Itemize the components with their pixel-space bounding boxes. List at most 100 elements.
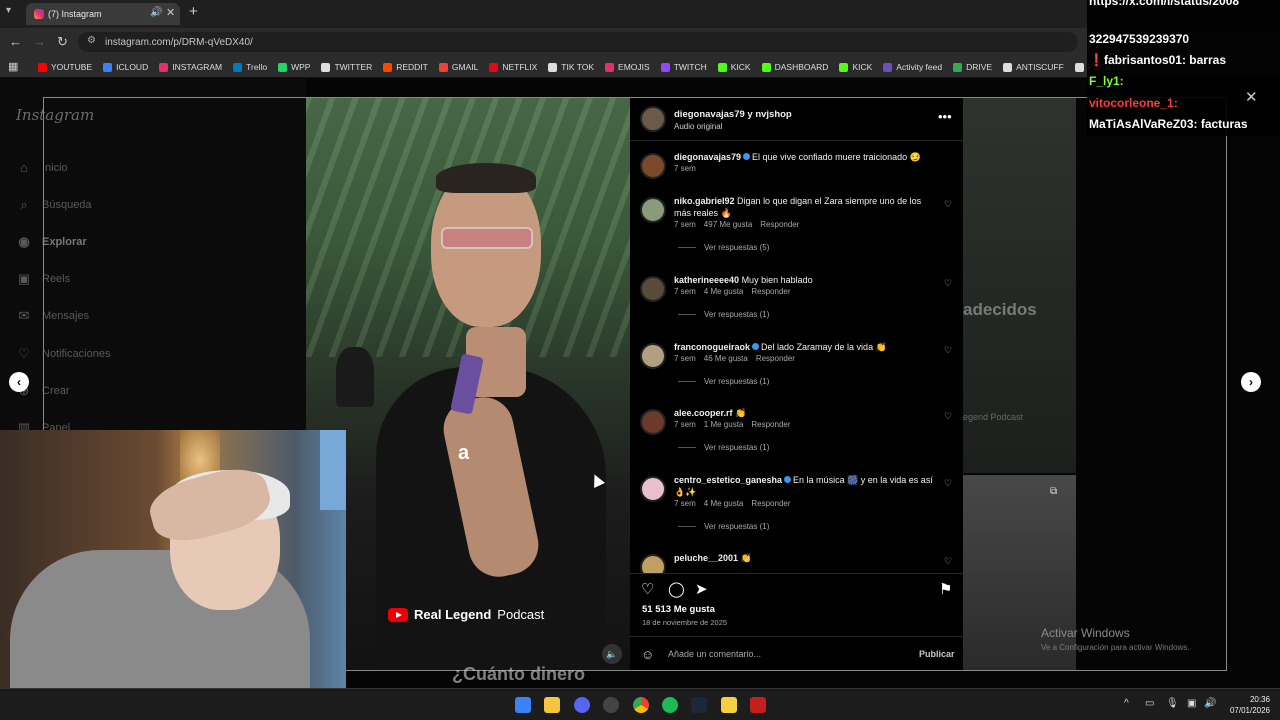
audio-link[interactable]: Audio original — [674, 122, 722, 131]
comment-like-icon[interactable]: ♡ — [944, 345, 952, 356]
comment-likes[interactable]: 4 Me gusta — [704, 287, 744, 296]
app-icon[interactable] — [750, 697, 766, 713]
bookmark-item[interactable]: KICK — [717, 62, 751, 72]
comment-username[interactable]: alee.cooper.rf — [674, 408, 733, 418]
bookmark-item[interactable]: REDDIT — [383, 62, 428, 72]
microphone-icon[interactable]: 🎙 — [1166, 698, 1179, 709]
close-tab-icon[interactable]: ✕ — [166, 6, 175, 19]
spotify-icon[interactable] — [662, 697, 678, 713]
comment-likes[interactable]: 46 Me gusta — [704, 354, 748, 363]
chrome-icon[interactable] — [633, 697, 649, 713]
sidebar-item-reels[interactable]: ▣ Reels — [16, 271, 70, 287]
bookmark-item[interactable]: Trello — [233, 62, 267, 72]
reply-button[interactable]: Responder — [760, 220, 799, 229]
volume-icon[interactable]: 🔊 — [1204, 698, 1216, 709]
bookmark-item[interactable]: TWITTER — [321, 62, 372, 72]
comment-like-icon[interactable]: ♡ — [944, 199, 952, 210]
obs-icon[interactable] — [603, 697, 619, 713]
speaker-icon[interactable]: 🔊 — [150, 7, 162, 18]
bookmark-item[interactable]: INSTAGRAM — [159, 62, 222, 72]
view-replies-button[interactable]: Ver respuestas (1) — [678, 377, 769, 386]
avatar[interactable] — [640, 343, 666, 369]
bookmark-item[interactable]: TIK TOK — [548, 62, 594, 72]
bookmark-item[interactable]: TWITCH — [660, 62, 707, 72]
sidebar-item-explorar[interactable]: ◉ Explorar — [16, 234, 86, 250]
comment-bubble-icon[interactable]: ◯ — [668, 580, 685, 598]
avatar[interactable] — [640, 476, 666, 502]
emoji-icon[interactable]: ☺ — [641, 647, 654, 662]
like-heart-icon[interactable]: ♡ — [641, 580, 654, 598]
comment-username[interactable]: peluche__2001 — [674, 553, 738, 563]
reply-button[interactable]: Responder — [751, 499, 790, 508]
bookmark-item[interactable]: YOUTUBE — [38, 62, 92, 72]
file-explorer-icon[interactable] — [544, 697, 560, 713]
forward-icon[interactable]: → — [33, 34, 46, 49]
sidebar-item-notificaciones[interactable]: ♡ Notificaciones — [16, 346, 110, 362]
apps-grid-icon[interactable]: ▦ — [8, 60, 18, 73]
new-tab-icon[interactable]: + — [189, 3, 198, 20]
avatar[interactable] — [640, 153, 666, 179]
bookmark-item[interactable]: WPP — [278, 62, 310, 72]
avatar[interactable] — [640, 106, 666, 132]
tab-instagram[interactable]: (7) Instagram 🔊 ✕ — [26, 3, 180, 25]
view-replies-button[interactable]: Ver respuestas (1) — [678, 310, 769, 319]
close-icon[interactable]: ✕ — [1245, 88, 1258, 106]
view-replies-button[interactable]: Ver respuestas (1) — [678, 522, 769, 531]
url-input[interactable]: ⚙ instagram.com/p/DRM-qVeDX40/ — [78, 32, 1078, 52]
comment-username[interactable]: niko.gabriel92 — [674, 196, 735, 206]
sidebar-item-busqueda[interactable]: ⌕ Búsqueda — [16, 197, 91, 213]
reply-button[interactable]: Responder — [751, 420, 790, 429]
mute-icon[interactable]: 🔈 — [602, 644, 622, 664]
instagram-logo[interactable]: Instagram — [16, 106, 94, 124]
bookmark-item[interactable]: DASHBOARD — [761, 62, 828, 72]
bookmark-item[interactable]: Activity feed — [883, 62, 942, 72]
comment-like-icon[interactable]: ♡ — [944, 278, 952, 289]
reload-icon[interactable]: ↻ — [57, 34, 68, 50]
sidebar-item-inicio[interactable]: ⌂ Inicio — [16, 160, 68, 175]
comment-username[interactable]: franconogueiraok — [674, 342, 750, 352]
avatar[interactable] — [640, 409, 666, 435]
publish-button[interactable]: Publicar — [919, 649, 955, 659]
discord-icon[interactable] — [574, 697, 590, 713]
reply-button[interactable]: Responder — [751, 287, 790, 296]
steam-icon[interactable] — [691, 697, 707, 713]
comment-likes[interactable]: 4 Me gusta — [704, 499, 744, 508]
next-post-icon[interactable]: › — [1241, 372, 1261, 392]
comment-like-icon[interactable]: ♡ — [944, 411, 952, 422]
avatar[interactable] — [640, 197, 666, 223]
notes-icon[interactable] — [721, 697, 737, 713]
share-send-icon[interactable]: ➤ — [695, 580, 708, 598]
bookmark-item[interactable]: GMAIL — [438, 62, 478, 72]
post-author[interactable]: diegonavajas79 y nvjshop — [674, 109, 792, 120]
bookmark-item[interactable]: DRIVE — [953, 62, 992, 72]
system-clock[interactable]: 20:36 07/01/2026 — [1226, 694, 1270, 716]
comment-like-icon[interactable]: ♡ — [944, 478, 952, 489]
comment-username[interactable]: diegonavajas79 — [674, 152, 741, 162]
comment-like-icon[interactable]: ♡ — [944, 556, 952, 567]
like-count[interactable]: 51 513 Me gusta — [642, 604, 715, 615]
bookmark-icon[interactable]: ⚑ — [939, 580, 952, 598]
site-info-icon[interactable]: ⚙ — [87, 35, 96, 46]
network-icon[interactable]: ▣ — [1187, 698, 1196, 709]
more-options-icon[interactable]: ••• — [938, 109, 952, 124]
comment-likes[interactable]: 1 Me gusta — [704, 420, 744, 429]
previous-post-icon[interactable]: ‹ — [9, 372, 29, 392]
flag-icon[interactable]: ▭ — [1145, 698, 1154, 709]
view-replies-button[interactable]: Ver respuestas (5) — [678, 243, 769, 252]
back-icon[interactable]: ← — [9, 34, 22, 49]
windows-start-icon[interactable] — [515, 697, 531, 713]
comment-input[interactable]: Añade un comentario... — [668, 649, 761, 659]
comment-likes[interactable]: 497 Me gusta — [704, 220, 752, 229]
tab-list-dropdown-icon[interactable]: ▾ — [6, 5, 11, 16]
view-replies-button[interactable]: Ver respuestas (1) — [678, 443, 769, 452]
bookmark-item[interactable]: NETFLIX — [489, 62, 537, 72]
comment-username[interactable]: centro_estetico_ganesha — [674, 475, 782, 485]
comment-username[interactable]: katherineeee40 — [674, 275, 739, 285]
bookmark-item[interactable]: EMOJIS — [605, 62, 650, 72]
post-video[interactable]: a Real Legend Podcast 🔈 — [306, 97, 630, 671]
tray-overflow-icon[interactable]: ^ — [1124, 698, 1129, 709]
avatar[interactable] — [640, 276, 666, 302]
sidebar-item-mensajes[interactable]: ✉ Mensajes — [16, 308, 90, 324]
bookmark-item[interactable]: KICK — [839, 62, 872, 72]
bookmark-item[interactable]: ANTISCUFF — [1003, 62, 1064, 72]
